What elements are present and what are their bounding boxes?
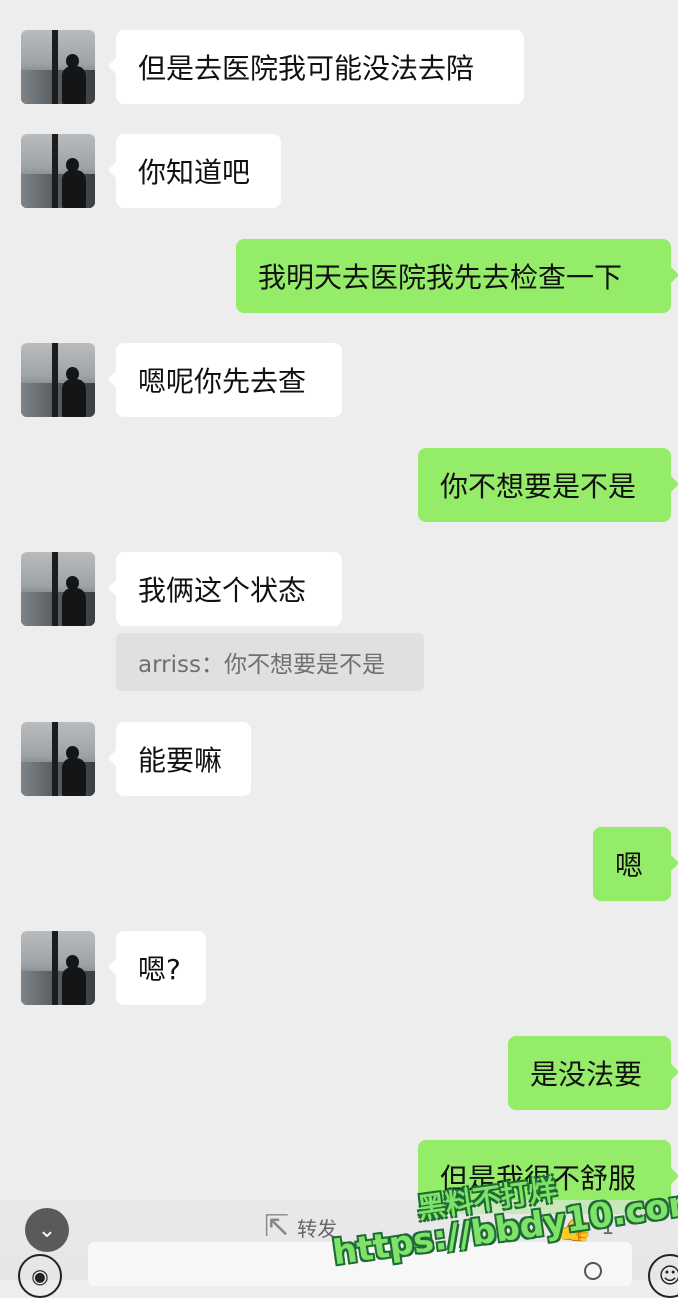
message-bubble-outgoing[interactable]: 嗯 bbox=[593, 827, 678, 901]
voice-icon[interactable]: ◉ bbox=[18, 1254, 62, 1298]
message-bubble-outgoing[interactable]: 我明天去医院我先去检查一下 bbox=[236, 239, 678, 313]
message-bubble-outgoing[interactable]: 是没法要 bbox=[508, 1036, 678, 1110]
contact-avatar[interactable] bbox=[21, 722, 95, 796]
contact-avatar[interactable] bbox=[21, 30, 95, 104]
message-bubble-incoming[interactable]: 我俩这个状态 bbox=[108, 552, 342, 626]
message-bubble-outgoing[interactable]: 你不想要是不是 bbox=[418, 448, 678, 522]
share-icon: ⇱ bbox=[264, 1209, 290, 1244]
message-bubble-incoming[interactable]: 但是去医院我可能没法去陪 bbox=[108, 30, 524, 104]
message-bubble-incoming[interactable]: 嗯呢你先去查 bbox=[108, 343, 342, 417]
quoted-message[interactable]: arriss：你不想要是不是 bbox=[116, 633, 424, 691]
chevron-down-icon[interactable]: ⌄ bbox=[25, 1208, 69, 1252]
contact-avatar[interactable] bbox=[21, 343, 95, 417]
microphone-icon[interactable] bbox=[584, 1262, 602, 1280]
emoji-icon[interactable]: ☺ bbox=[648, 1254, 678, 1298]
contact-avatar[interactable] bbox=[21, 134, 95, 208]
message-bubble-incoming[interactable]: 能要嘛 bbox=[108, 722, 251, 796]
forward-button[interactable]: ⇱ 转发 bbox=[264, 1212, 337, 1242]
contact-avatar[interactable] bbox=[21, 931, 95, 1005]
message-bubble-incoming[interactable]: 你知道吧 bbox=[108, 134, 281, 208]
message-bubble-incoming[interactable]: 嗯? bbox=[108, 931, 206, 1005]
contact-avatar[interactable] bbox=[21, 552, 95, 626]
